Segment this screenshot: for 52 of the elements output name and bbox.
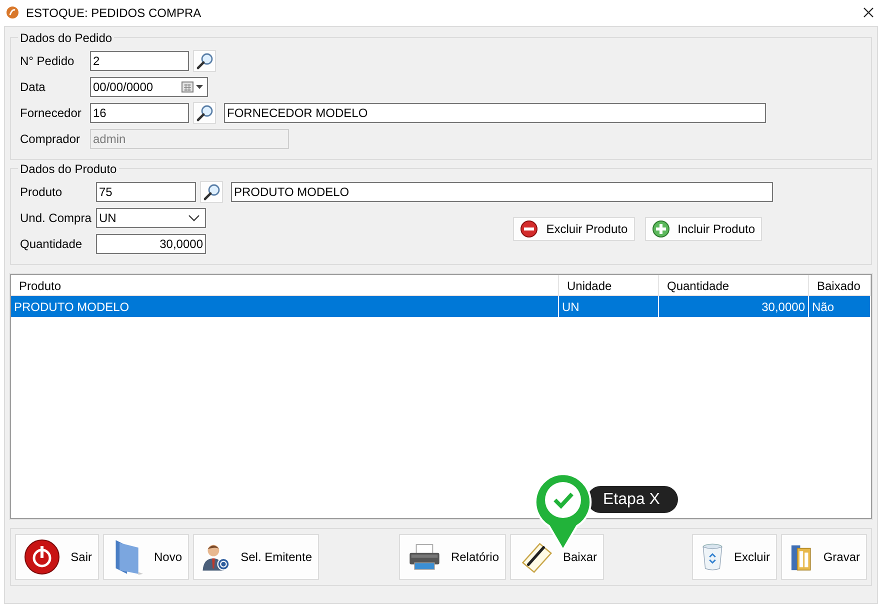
- column-header[interactable]: Baixado: [809, 275, 871, 295]
- table-cell: Não: [809, 296, 871, 317]
- new-button[interactable]: Novo: [103, 534, 189, 580]
- delete-button[interactable]: Excluir: [692, 534, 777, 580]
- power-icon: [24, 539, 60, 575]
- group-title: Dados do Produto: [18, 162, 119, 176]
- input-field[interactable]: 30,0000: [96, 234, 206, 254]
- exit-button[interactable]: Sair: [15, 534, 99, 580]
- input-field[interactable]: 16: [90, 103, 189, 123]
- plus-circle-icon: [652, 220, 670, 238]
- minus-circle-icon: [520, 220, 538, 238]
- column-header[interactable]: Produto: [11, 275, 559, 295]
- description-field[interactable]: PRODUTO MODELO: [231, 182, 773, 202]
- input-field[interactable]: 2: [90, 51, 189, 71]
- search-icon: [202, 183, 220, 201]
- add-product-button[interactable]: Incluir Produto: [644, 217, 762, 241]
- remove-product-button[interactable]: Excluir Produto: [513, 217, 635, 241]
- dropdown-value: UN: [99, 211, 116, 225]
- table-cell: PRODUTO MODELO: [11, 296, 559, 317]
- column-header[interactable]: Quantidade: [659, 275, 809, 295]
- select-issuer-button[interactable]: Sel. Emitente: [193, 534, 319, 580]
- field-label: N° Pedido: [20, 54, 76, 68]
- step-label: Etapa X: [587, 486, 678, 513]
- date-field[interactable]: 00/00/0000: [90, 77, 208, 97]
- window-title: ESTOQUE: PEDIDOS COMPRA: [26, 6, 202, 20]
- input-field[interactable]: 75: [96, 182, 196, 202]
- table-cell: UN: [559, 296, 659, 317]
- date-value: 00/00/0000: [93, 80, 154, 94]
- app-logo-icon: [6, 6, 19, 19]
- table-row[interactable]: PRODUTO MODELO UN 30,0000 Não: [11, 296, 871, 317]
- dropdown-field[interactable]: UN: [96, 208, 206, 228]
- save-button[interactable]: Gravar: [781, 534, 867, 580]
- calendar-icon: [181, 81, 205, 93]
- search-button[interactable]: [193, 50, 216, 72]
- search-icon: [196, 52, 214, 70]
- search-button[interactable]: [200, 181, 223, 203]
- field-label: Data: [20, 80, 46, 94]
- search-button[interactable]: [193, 102, 216, 124]
- table-cell: 30,0000: [659, 296, 809, 317]
- field-label: Und. Compra: [20, 211, 92, 225]
- field-label: Fornecedor: [20, 106, 82, 120]
- search-icon: [196, 104, 214, 122]
- description-field[interactable]: FORNECEDOR MODELO: [224, 103, 766, 123]
- write-off-button[interactable]: Baixar: [510, 534, 604, 580]
- column-header[interactable]: Unidade: [559, 275, 659, 295]
- group-title: Dados do Pedido: [18, 31, 114, 45]
- field-label: Quantidade: [20, 237, 84, 251]
- field-label: Produto: [20, 185, 64, 199]
- report-button[interactable]: Relatório: [399, 534, 506, 580]
- field-label: Comprador: [20, 132, 82, 146]
- chevron-down-icon: [188, 214, 200, 222]
- close-icon[interactable]: [863, 7, 874, 18]
